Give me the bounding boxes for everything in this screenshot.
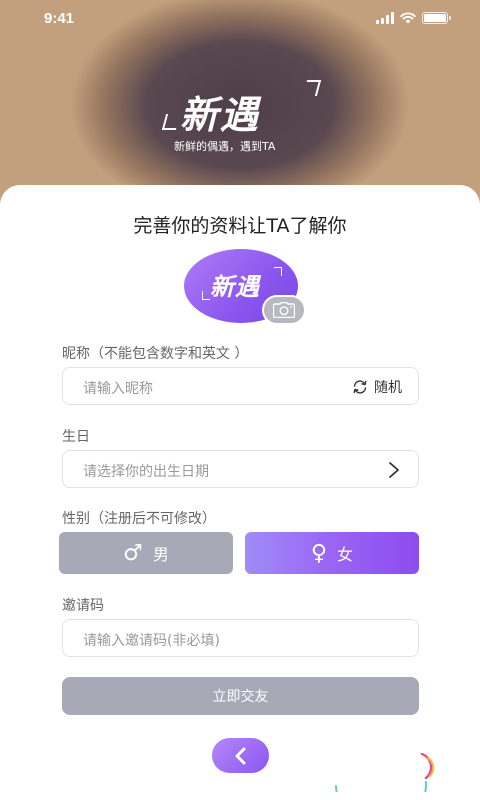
brand-corner-decoration [302, 80, 322, 96]
avatar-corner-decoration [202, 291, 210, 300]
random-nickname-button[interactable]: 随机 [352, 377, 402, 397]
avatar-text: 新遇 [210, 273, 260, 301]
battery-icon [422, 12, 451, 24]
profile-form-card: 完善你的资料让TA了解你 新遇 昵称（不能包含数字和英文 ） 请输入昵称 随机 … [0, 185, 480, 800]
status-time: 9:41 [44, 10, 75, 27]
status-icons [376, 12, 451, 24]
page-title: 完善你的资料让TA了解你 [133, 215, 347, 237]
wifi-icon [400, 12, 416, 24]
female-label: 女 [337, 545, 354, 564]
gender-female-button[interactable]: ♀ 女 [245, 532, 419, 574]
nickname-input[interactable]: 请输入昵称 随机 [62, 367, 419, 405]
brand-logo: 新遇 新鲜的偶遇，遇到TA [158, 78, 323, 158]
avatar-corner-decoration [274, 267, 282, 276]
chevron-right-icon [389, 462, 399, 478]
chevron-left-icon [235, 747, 245, 764]
male-label: 男 [152, 545, 169, 564]
status-bar: 9:41 [0, 0, 480, 40]
watermark-logo [335, 752, 435, 792]
nickname-placeholder: 请输入昵称 [83, 381, 153, 397]
invite-code-placeholder: 请输入邀请码(非必填) [83, 633, 220, 649]
birthday-picker[interactable]: 请选择你的出生日期 [62, 450, 419, 488]
camera-icon [273, 302, 295, 318]
birthday-placeholder: 请选择你的出生日期 [83, 464, 209, 480]
female-symbol-icon: ♀ [310, 540, 328, 566]
gender-label: 性别（注册后不可修改） [62, 511, 216, 527]
brand-corner-decoration [161, 114, 181, 130]
refresh-icon [353, 380, 367, 394]
camera-button[interactable] [262, 295, 306, 325]
cellular-signal-icon [376, 12, 394, 24]
random-label: 随机 [374, 380, 402, 396]
brand-tagline: 新鲜的偶遇，遇到TA [174, 140, 276, 153]
invite-code-input[interactable]: 请输入邀请码(非必填) [62, 619, 419, 657]
birthday-label: 生日 [62, 429, 90, 445]
male-symbol-icon: ♂ [123, 540, 143, 566]
nickname-label: 昵称（不能包含数字和英文 ） [62, 346, 249, 362]
back-button[interactable] [212, 738, 269, 773]
gender-male-button[interactable]: ♂ 男 [59, 532, 233, 574]
brand-title: 新遇 [180, 93, 261, 137]
invite-code-label: 邀请码 [62, 598, 104, 614]
submit-button[interactable]: 立即交友 [62, 677, 419, 715]
